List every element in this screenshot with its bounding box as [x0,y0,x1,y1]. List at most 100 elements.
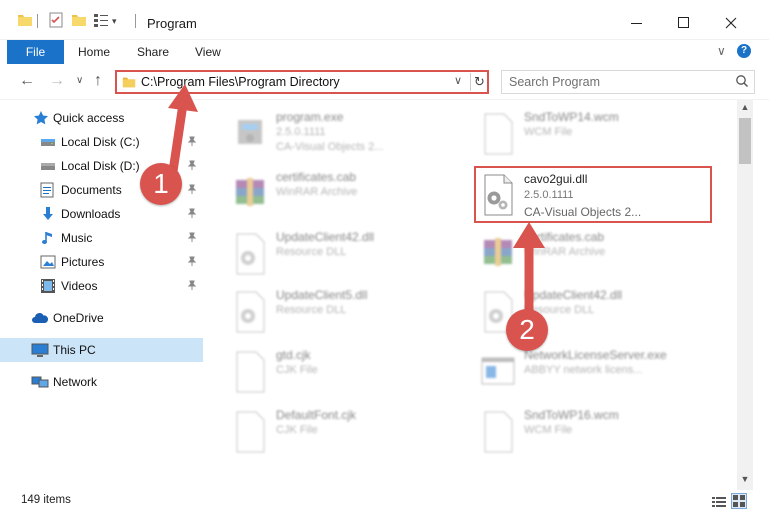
file-type: Resource DLL [276,246,347,258]
file-item[interactable]: SndToWP14.wcm WCM File [480,108,730,164]
view-options-icon[interactable] [93,12,109,32]
file-type: WCM File [524,126,573,138]
cloud-icon [31,311,49,327]
search-box[interactable] [501,70,755,94]
sidebar-item-network[interactable]: Network [0,370,203,394]
sidebar-item-label: Pictures [61,255,105,269]
sidebar-item-label: Music [61,231,93,245]
file-item[interactable]: SndToWP16.wcm WCM File [480,406,730,462]
customize-toolbar-chevron-icon[interactable]: ▾ [112,16,117,36]
folder-icon[interactable] [17,12,33,32]
file-name: certificates.cab [276,170,357,184]
title-bar: ▾ Program [0,0,769,40]
pin-icon[interactable] [187,232,197,245]
tab-home[interactable]: Home [78,45,110,59]
file-item[interactable]: gtd.cjk CJK File [232,346,482,402]
large-icons-view-icon[interactable] [731,493,747,509]
sidebar-item-onedrive[interactable]: OneDrive [0,306,203,330]
file-description: CA-Visual Objects 2... [276,141,384,153]
scrollbar-thumb[interactable] [739,118,751,164]
recent-locations-chevron-icon[interactable]: ∨ [76,75,83,86]
sidebar-item-label: Local Disk (D:) [61,159,140,173]
dll-gear-icon [480,173,516,217]
file-type: Resource DLL [276,304,347,316]
sidebar-item-label: Downloads [61,207,121,221]
tab-file[interactable]: File [7,40,64,64]
back-arrow-icon[interactable]: ← [19,72,35,90]
file-icon [232,350,268,394]
sidebar-item-pictures[interactable]: Pictures [0,250,203,274]
file-name: gtd.cjk [276,348,311,362]
folder-icon [122,75,136,89]
maximize-button[interactable] [664,8,704,38]
file-item[interactable]: certificates.cab WinRAR Archive [232,168,482,224]
highlighted-file-item[interactable]: cavo2gui.dll 2.5.0.1111 CA-Visual Object… [474,166,712,223]
file-item[interactable]: program.exe 2.5.0.1111 CA-Visual Objects… [232,108,482,164]
pictures-icon [40,254,56,270]
sidebar-item-downloads[interactable]: Downloads [0,202,203,226]
file-type: ABBYY network licens... [524,364,643,376]
file-name: UpdateClient42.dll [276,230,375,244]
dll-gear-icon [232,290,268,334]
drive-icon [40,135,56,151]
file-name: UpdateClient5.dll [276,288,368,302]
file-item[interactable]: UpdateClient5.dll Resource DLL [232,286,482,342]
status-bar: 149 items [0,490,769,512]
pin-icon[interactable] [187,208,197,221]
sidebar-item-this-pc[interactable]: This PC [0,338,203,362]
forward-arrow-icon[interactable]: → [49,72,65,90]
download-icon [40,206,56,222]
file-name: cavo2gui.dll [524,172,588,186]
sidebar-item-label: OneDrive [53,311,104,325]
file-name: SndToWP16.wcm [524,408,619,422]
file-item[interactable]: UpdateClient42.dll Resource DLL [232,228,482,284]
file-item[interactable]: DefaultFont.cjk CJK File [232,406,482,462]
separator [135,14,136,28]
file-name: NetworkLicenseServer.exe [524,348,667,362]
address-dropdown-chevron-icon[interactable]: ∨ [454,74,462,87]
file-item[interactable]: NetworkLicenseServer.exe ABBYY network l… [480,346,730,402]
separator [37,14,38,28]
file-type: WCM File [524,424,573,436]
file-list: program.exe 2.5.0.1111 CA-Visual Objects… [207,100,737,476]
up-arrow-icon[interactable]: ↑ [94,72,102,90]
item-count: 149 items [21,494,71,506]
file-icon [480,112,516,156]
drive-icon [40,159,56,175]
vertical-scrollbar[interactable]: ▲ ▼ [737,100,753,490]
refresh-icon[interactable]: ↻ [470,73,488,91]
network-icon [31,374,49,390]
tab-view[interactable]: View [195,45,221,59]
annotation-badge-1: 1 [140,163,182,205]
file-item[interactable]: cavo2gui.dll 2.5.0.1111 CA-Visual Object… [480,169,730,225]
details-view-icon[interactable] [710,493,726,509]
file-icon [480,410,516,454]
expand-ribbon-chevron-icon[interactable]: ∨ [717,44,726,58]
search-icon[interactable] [735,74,749,91]
scroll-down-icon[interactable]: ▼ [737,474,753,488]
new-folder-icon[interactable] [71,12,87,32]
sidebar-item-label: Local Disk (C:) [61,135,140,149]
window-icon [480,350,516,394]
minimize-button[interactable] [617,8,657,38]
file-description: CA-Visual Objects 2... [524,205,642,219]
navigation-bar: ← → ∨ ↑ C:\Program Files\Program Directo… [0,64,769,100]
sidebar-item-label: Network [53,375,98,389]
file-name: program.exe [276,110,344,124]
scroll-up-icon[interactable]: ▲ [737,102,753,116]
search-input[interactable] [509,72,729,92]
sidebar-item-label: This PC [53,343,96,357]
window-title: Program [147,16,197,31]
tab-share[interactable]: Share [137,45,169,59]
file-version: 2.5.0.1111 [276,126,326,138]
annotation-badge-2: 2 [506,309,548,351]
sidebar-item-music[interactable]: Music [0,226,203,250]
help-icon[interactable]: ? [737,44,751,58]
pin-icon[interactable] [187,280,197,293]
exe-icon [232,112,268,156]
pin-icon[interactable] [187,256,197,269]
properties-icon[interactable] [48,12,64,32]
close-button[interactable] [711,8,751,38]
sidebar-item-videos[interactable]: Videos [0,274,203,298]
callout-arrow-2 [513,222,545,321]
